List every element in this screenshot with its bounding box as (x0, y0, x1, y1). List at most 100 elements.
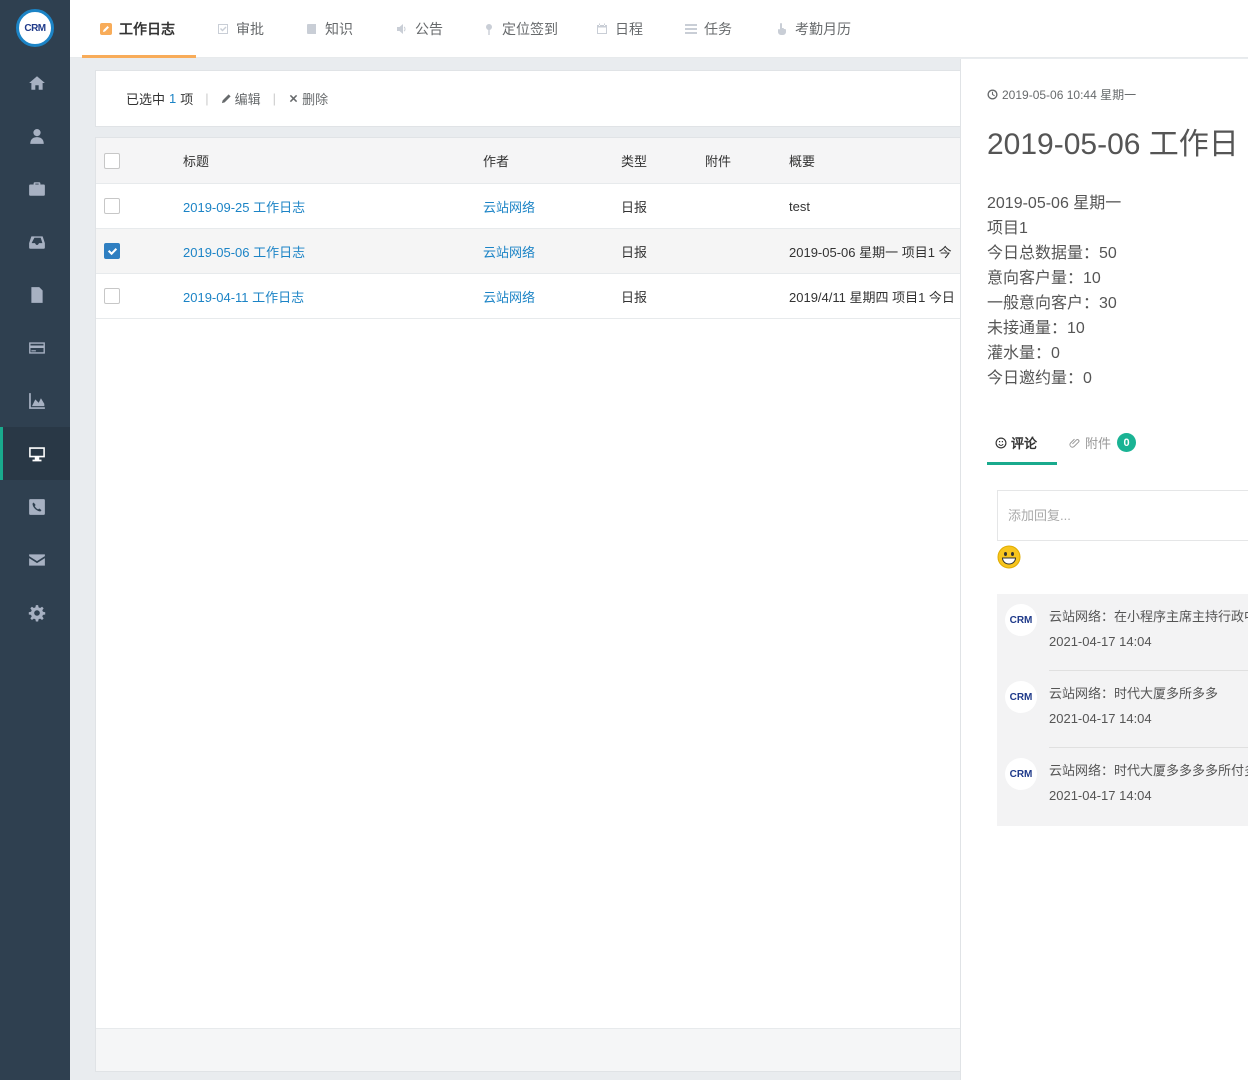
clock-icon (987, 89, 998, 100)
tab-label: 考勤月历 (795, 21, 851, 37)
column-header-title[interactable]: 标题 (183, 138, 209, 183)
edit-button[interactable]: 编辑 (221, 89, 261, 108)
tab-announcement[interactable]: 公告 (396, 0, 443, 58)
smile-icon (995, 437, 1007, 448)
table-row[interactable]: 2019-05-06 工作日志 云站网络 日报 2019-05-06 星期一 项… (96, 229, 960, 274)
detail-tabs: 评论 附件 0 (987, 420, 1248, 466)
pencil-icon (221, 94, 231, 104)
log-title-link[interactable]: 2019-04-11 工作日志 (183, 274, 304, 318)
author-link[interactable]: 云站网络 (483, 229, 535, 273)
column-header-summary[interactable]: 概要 (789, 138, 961, 183)
top-tab-bar: 工作日志 审批 知识 公告 定位签到 日程 任务 考勤月历 (70, 0, 1248, 58)
active-tab-indicator (82, 55, 196, 58)
nav-envelope[interactable] (0, 533, 70, 586)
nav-phone[interactable] (0, 480, 70, 533)
content-line: 今日邀约量：0 (987, 370, 1092, 387)
book-icon (306, 23, 318, 35)
nav-document[interactable] (0, 268, 70, 321)
comment-date: 2021-04-17 14:04 (1049, 711, 1152, 726)
author-link[interactable]: 云站网络 (483, 184, 535, 228)
tab-attachments-label: 附件 (1085, 436, 1112, 451)
selected-count: 1 (169, 91, 177, 106)
tab-attendance-calendar[interactable]: 考勤月历 (776, 0, 851, 58)
edit-icon (100, 23, 112, 35)
divider: | (205, 91, 209, 106)
sidebar: CRM (0, 0, 70, 1080)
row-checkbox[interactable] (104, 288, 120, 304)
log-title-link[interactable]: 2019-09-25 工作日志 (183, 184, 305, 228)
tab-schedule[interactable]: 日程 (596, 0, 643, 58)
tab-approval[interactable]: 审批 (217, 0, 264, 58)
avatar: CRM (1005, 758, 1037, 790)
tab-label: 任务 (704, 21, 732, 37)
calendar-icon (596, 23, 608, 35)
nav-settings[interactable] (0, 586, 70, 639)
tab-label: 公告 (415, 21, 443, 37)
nav-chart[interactable] (0, 374, 70, 427)
nav-inbox[interactable] (0, 215, 70, 268)
column-header-type[interactable]: 类型 (621, 138, 647, 183)
avatar: CRM (1005, 681, 1037, 713)
table-row[interactable]: 2019-04-11 工作日志 云站网络 日报 2019/4/11 星期四 项目… (96, 274, 960, 319)
content-line: 今日总数据量：50 (987, 245, 1117, 262)
tab-work-log[interactable]: 工作日志 (100, 0, 175, 58)
row-checkbox-cell (104, 274, 120, 318)
table-row[interactable]: 2019-09-25 工作日志 云站网络 日报 test (96, 184, 960, 229)
tab-tasks[interactable]: 任务 (685, 0, 732, 58)
delete-label: 删除 (302, 92, 329, 107)
log-title-link[interactable]: 2019-05-06 工作日志 (183, 229, 305, 273)
tab-knowledge[interactable]: 知识 (306, 0, 353, 58)
tab-label: 定位签到 (502, 21, 558, 37)
content-line: 一般意向客户：30 (987, 295, 1117, 312)
selected-suffix: 项 (180, 92, 194, 107)
nav-home[interactable] (0, 56, 70, 109)
row-checkbox[interactable] (104, 198, 120, 214)
nav-credit-card[interactable] (0, 321, 70, 374)
table-header: 标题 作者 类型 附件 概要 (96, 138, 960, 184)
column-header-author[interactable]: 作者 (483, 138, 509, 183)
phone-icon (28, 498, 45, 515)
tab-label: 知识 (325, 21, 353, 37)
log-title: 2019-05-06 工作日 (987, 128, 1239, 161)
list-icon (685, 23, 697, 35)
logo-container: CRM (0, 0, 70, 56)
area-chart-icon (28, 392, 45, 409)
crm-logo[interactable]: CRM (16, 9, 54, 47)
reply-input[interactable] (997, 490, 1248, 541)
emoji-picker-icon[interactable] (997, 545, 1021, 569)
user-icon (29, 128, 44, 144)
row-checkbox-cell (104, 229, 120, 273)
log-type: 日报 (621, 289, 648, 305)
paperclip-icon (1069, 438, 1080, 448)
summary-cell: 2019-05-06 星期一 项目1 今 (789, 244, 952, 260)
nav-user[interactable] (0, 109, 70, 162)
author-link[interactable]: 云站网络 (483, 274, 535, 318)
datetime-text: 2019-05-06 10:44 星期一 (1002, 88, 1137, 102)
select-all-checkbox[interactable] (104, 152, 120, 169)
content-line: 意向客户量：10 (987, 270, 1101, 287)
checkmark-icon (107, 247, 117, 255)
inbox-icon (28, 235, 45, 249)
tab-label: 审批 (236, 21, 264, 37)
tab-label: 工作日志 (119, 21, 175, 37)
comment-text: 云站网络：时代大厦多所多多 (1049, 686, 1219, 701)
document-icon (30, 286, 43, 303)
comment-item: CRM 云站网络：时代大厦多所多多 2021-04-17 14:04 (997, 671, 1248, 748)
column-header-attachment[interactable]: 附件 (705, 138, 731, 183)
divider: | (272, 91, 277, 106)
envelope-icon (28, 553, 45, 566)
content-line: 2019-05-06 星期一 (987, 195, 1122, 212)
delete-button[interactable]: 删除 (288, 89, 328, 108)
content-line: 未接通量：10 (987, 320, 1085, 337)
briefcase-icon (28, 181, 45, 196)
desktop-icon (28, 446, 45, 461)
tab-checkin[interactable]: 定位签到 (483, 0, 558, 58)
map-pin-icon (483, 23, 495, 35)
hand-pointer-icon (776, 23, 788, 35)
tab-attachments[interactable]: 附件 0 (1069, 420, 1137, 465)
log-datetime: 2019-05-06 10:44 星期一 (987, 86, 1136, 103)
nav-desktop[interactable] (0, 427, 70, 480)
nav-briefcase[interactable] (0, 162, 70, 215)
row-checkbox[interactable] (104, 243, 120, 259)
tab-comments[interactable]: 评论 (995, 420, 1037, 465)
